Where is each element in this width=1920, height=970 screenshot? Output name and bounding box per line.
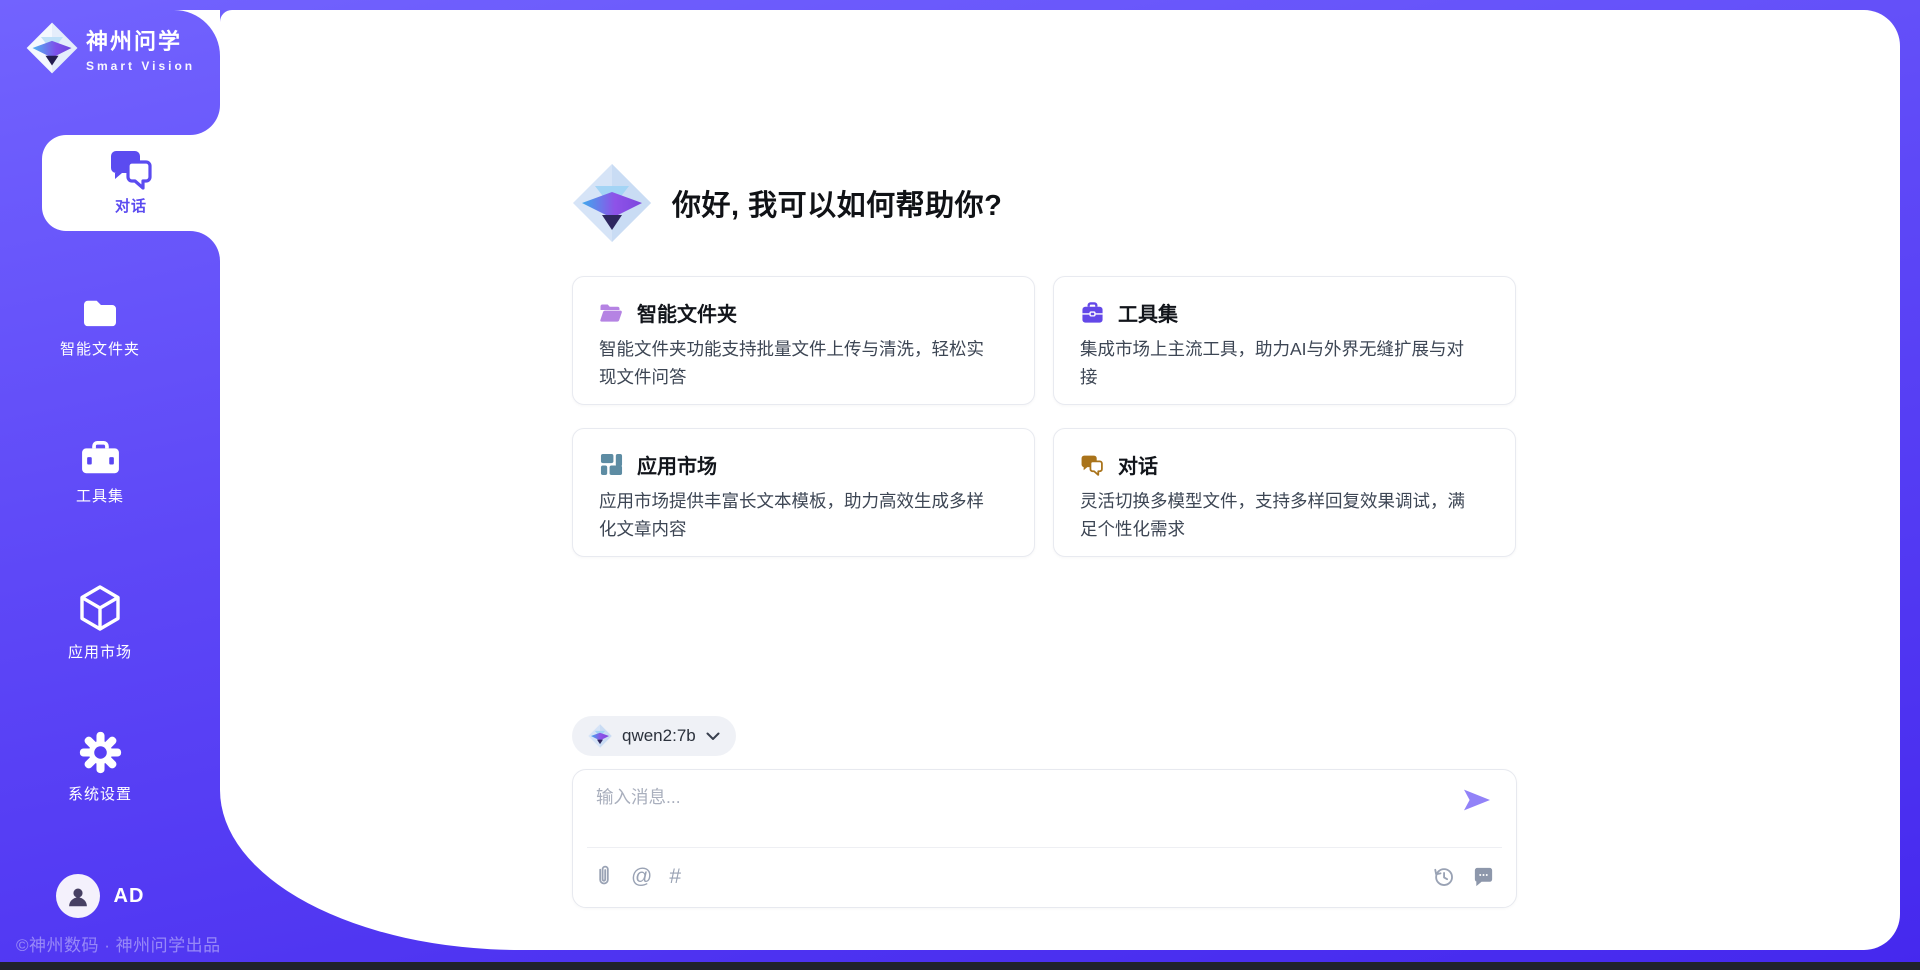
card-title: 应用市场 bbox=[637, 450, 717, 479]
card-head: 智能文件夹 bbox=[599, 298, 1008, 327]
mention-at-icon[interactable]: @ bbox=[631, 866, 652, 887]
gear-icon bbox=[79, 731, 122, 774]
model-logo-icon bbox=[588, 724, 612, 748]
card-title: 对话 bbox=[1118, 450, 1158, 479]
person-icon bbox=[65, 883, 91, 909]
copyright-text: ©神州数码 · 神州问学出品 bbox=[16, 931, 221, 956]
model-selector[interactable]: qwen2:7b bbox=[572, 716, 736, 756]
send-button[interactable] bbox=[1462, 787, 1492, 813]
sidebar-item-label: 智能文件夹 bbox=[60, 338, 140, 359]
attachment-icon[interactable] bbox=[594, 864, 614, 888]
composer-toolbar: @ # bbox=[594, 859, 1495, 893]
main-panel: 你好, 我可以如何帮助你? 智能文件夹 智能文件夹功能支持批量文件上传与清洗，轻… bbox=[220, 10, 1900, 950]
sidebar-item-app-market[interactable]: 应用市场 bbox=[0, 584, 200, 662]
chat-bubbles-icon bbox=[1080, 453, 1104, 477]
app-grid-icon bbox=[599, 453, 623, 477]
window-bottom-bar bbox=[0, 962, 1920, 970]
chevron-down-icon bbox=[706, 732, 720, 740]
sidebar-item-smart-folder[interactable]: 智能文件夹 bbox=[0, 297, 200, 359]
user-profile[interactable]: AD bbox=[0, 874, 200, 918]
card-app-market[interactable]: 应用市场 应用市场提供丰富长文本模板，助力高效生成多样化文章内容 bbox=[572, 428, 1035, 557]
message-composer: @ # bbox=[572, 769, 1517, 908]
card-chat[interactable]: 对话 灵活切换多模型文件，支持多样回复效果调试，满足个性化需求 bbox=[1053, 428, 1516, 557]
assistant-logo-icon bbox=[572, 163, 652, 243]
app-window: 你好, 我可以如何帮助你? 智能文件夹 智能文件夹功能支持批量文件上传与清洗，轻… bbox=[0, 0, 1920, 970]
sidebar-item-label: 工具集 bbox=[76, 485, 124, 506]
history-icon[interactable] bbox=[1432, 865, 1455, 888]
briefcase-icon bbox=[80, 441, 121, 476]
sidebar-item-settings[interactable]: 系统设置 bbox=[0, 731, 200, 804]
chat-bubbles-icon bbox=[108, 148, 154, 190]
main-content: 你好, 我可以如何帮助你? 智能文件夹 智能文件夹功能支持批量文件上传与清洗，轻… bbox=[572, 10, 1517, 908]
message-icon[interactable] bbox=[1472, 865, 1495, 888]
hash-icon[interactable]: # bbox=[669, 866, 681, 887]
card-head: 应用市场 bbox=[599, 450, 1008, 479]
composer-divider bbox=[587, 847, 1502, 848]
greeting-title: 你好, 我可以如何帮助你? bbox=[672, 182, 1002, 224]
brand-logo-icon bbox=[26, 22, 78, 74]
send-icon bbox=[1462, 787, 1492, 813]
welcome-block: 你好, 我可以如何帮助你? bbox=[572, 163, 1517, 243]
card-description: 应用市场提供丰富长文本模板，助力高效生成多样化文章内容 bbox=[599, 488, 984, 543]
sidebar: 神州问学 Smart Vision 对话 智能文件夹 bbox=[0, 0, 220, 970]
brand-subtitle: Smart Vision bbox=[86, 59, 195, 73]
model-name: qwen2:7b bbox=[622, 726, 696, 746]
brand-title: 神州问学 bbox=[86, 24, 195, 56]
folder-open-icon bbox=[599, 301, 623, 325]
sidebar-item-chat[interactable]: 对话 bbox=[42, 135, 220, 231]
sidebar-item-label: 对话 bbox=[115, 195, 147, 216]
message-input[interactable] bbox=[594, 786, 1446, 809]
user-initials: AD bbox=[114, 885, 145, 908]
sidebar-item-label: 应用市场 bbox=[68, 641, 132, 662]
briefcase-icon bbox=[1080, 301, 1104, 325]
sidebar-item-chat-inner: 对话 bbox=[66, 135, 196, 231]
folder-icon bbox=[81, 297, 119, 329]
feature-cards: 智能文件夹 智能文件夹功能支持批量文件上传与清洗，轻松实现文件问答 bbox=[572, 276, 1517, 557]
card-description: 灵活切换多模型文件，支持多样回复效果调试，满足个性化需求 bbox=[1080, 488, 1465, 543]
card-toolset[interactable]: 工具集 集成市场上主流工具，助力AI与外界无缝扩展与对接 bbox=[1053, 276, 1516, 405]
cube-icon bbox=[78, 584, 122, 632]
brand-text: 神州问学 Smart Vision bbox=[86, 24, 195, 73]
card-description: 智能文件夹功能支持批量文件上传与清洗，轻松实现文件问答 bbox=[599, 336, 984, 391]
card-title: 智能文件夹 bbox=[637, 298, 737, 327]
sidebar-item-label: 系统设置 bbox=[68, 783, 132, 804]
card-smart-folder[interactable]: 智能文件夹 智能文件夹功能支持批量文件上传与清洗，轻松实现文件问答 bbox=[572, 276, 1035, 405]
sidebar-item-toolset[interactable]: 工具集 bbox=[0, 441, 200, 506]
card-title: 工具集 bbox=[1118, 298, 1178, 327]
avatar bbox=[56, 874, 100, 918]
card-head: 工具集 bbox=[1080, 298, 1489, 327]
brand: 神州问学 Smart Vision bbox=[26, 22, 195, 74]
card-head: 对话 bbox=[1080, 450, 1489, 479]
card-description: 集成市场上主流工具，助力AI与外界无缝扩展与对接 bbox=[1080, 336, 1465, 391]
